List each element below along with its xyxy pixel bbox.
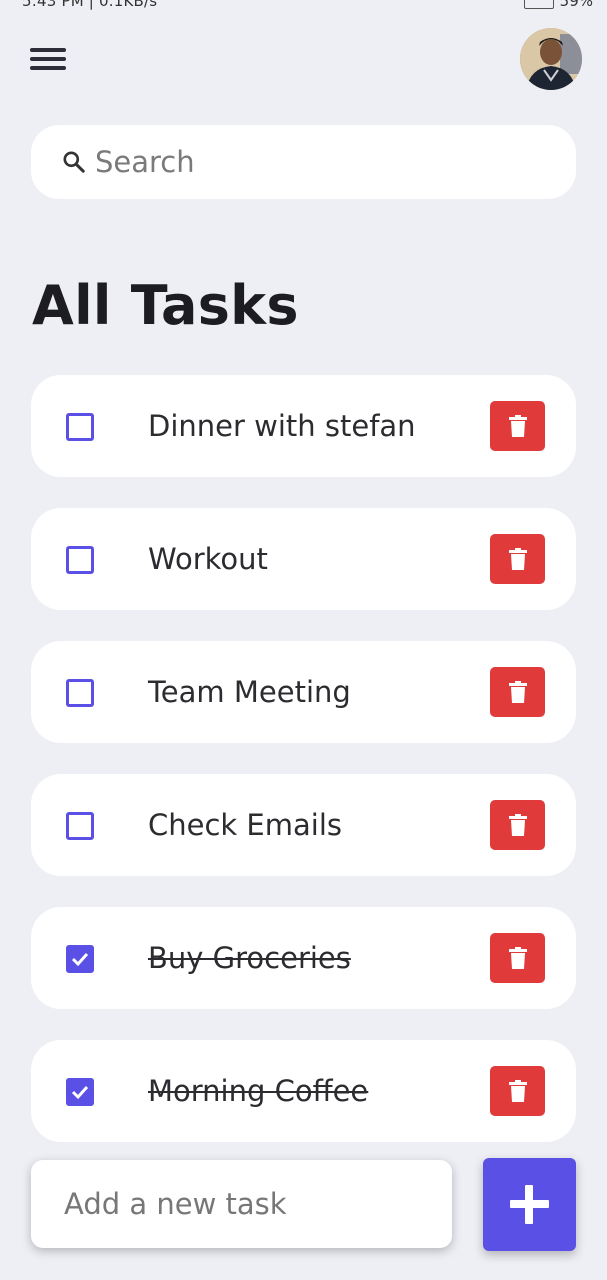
task-checkbox-checked[interactable] bbox=[66, 945, 94, 973]
task-item: Morning Coffee bbox=[31, 1040, 576, 1142]
delete-task-button[interactable] bbox=[490, 800, 545, 850]
delete-task-button[interactable] bbox=[490, 1066, 545, 1116]
status-icons: 59% bbox=[523, 0, 593, 10]
search-input[interactable] bbox=[93, 144, 537, 180]
search-icon bbox=[63, 151, 85, 173]
user-avatar[interactable] bbox=[520, 28, 582, 90]
task-label: Team Meeting bbox=[148, 675, 351, 709]
delete-task-button[interactable] bbox=[490, 667, 545, 717]
battery-icon bbox=[523, 0, 554, 9]
app-screen: 5:43 PM | 0.1KB/s 59% All Tasks Dinner bbox=[0, 0, 607, 1280]
task-label: Dinner with stefan bbox=[148, 409, 416, 443]
task-label: Morning Coffee bbox=[148, 1074, 369, 1108]
task-item: Team Meeting bbox=[31, 641, 576, 743]
trash-icon bbox=[508, 415, 527, 437]
checkmark-icon bbox=[71, 952, 89, 967]
task-label: Check Emails bbox=[148, 808, 342, 842]
page-title: All Tasks bbox=[32, 274, 299, 337]
trash-icon bbox=[508, 947, 527, 969]
avatar-portrait-icon bbox=[520, 28, 582, 90]
checkmark-icon bbox=[71, 1085, 89, 1100]
add-task-button[interactable] bbox=[483, 1158, 576, 1251]
task-item: Buy Groceries bbox=[31, 907, 576, 1009]
task-checkbox[interactable] bbox=[66, 413, 94, 441]
status-bar: 5:43 PM | 0.1KB/s 59% bbox=[0, 0, 607, 10]
task-item: Workout bbox=[31, 508, 576, 610]
add-task-input[interactable] bbox=[62, 1186, 436, 1222]
trash-icon bbox=[508, 1080, 527, 1102]
task-item: Check Emails bbox=[31, 774, 576, 876]
status-time: 5:43 PM | 0.1KB/s bbox=[22, 0, 158, 10]
task-label: Workout bbox=[148, 542, 268, 576]
trash-icon bbox=[508, 548, 527, 570]
delete-task-button[interactable] bbox=[490, 401, 545, 451]
task-checkbox[interactable] bbox=[66, 679, 94, 707]
task-item: Dinner with stefan bbox=[31, 375, 576, 477]
trash-icon bbox=[508, 814, 527, 836]
search-bar[interactable] bbox=[31, 125, 576, 199]
battery-percent: 59% bbox=[559, 0, 593, 10]
task-checkbox-checked[interactable] bbox=[66, 1078, 94, 1106]
task-label: Buy Groceries bbox=[148, 941, 351, 975]
add-task-field[interactable] bbox=[31, 1160, 452, 1248]
task-checkbox[interactable] bbox=[66, 546, 94, 574]
trash-icon bbox=[508, 681, 527, 703]
delete-task-button[interactable] bbox=[490, 933, 545, 983]
delete-task-button[interactable] bbox=[490, 534, 545, 584]
task-checkbox[interactable] bbox=[66, 812, 94, 840]
hamburger-menu-icon[interactable] bbox=[28, 44, 68, 74]
